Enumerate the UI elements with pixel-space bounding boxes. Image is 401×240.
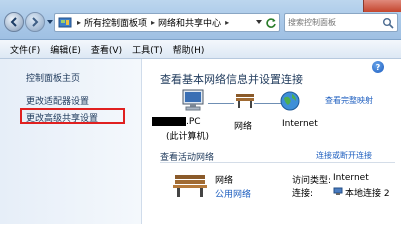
menu-file[interactable]: 文件(F) xyxy=(10,43,40,56)
connection-line xyxy=(208,103,234,104)
local-connection-link[interactable]: 本地连接 2 xyxy=(345,186,390,199)
history-dropdown-icon[interactable] xyxy=(46,18,54,26)
page-title: 查看基本网络信息并设置连接 xyxy=(160,73,303,86)
close-button[interactable] xyxy=(363,0,401,12)
breadcrumb-all-items[interactable]: 所有控制面板项 xyxy=(84,16,147,29)
view-full-map-link[interactable]: 查看完整映射 xyxy=(325,95,373,106)
menu-tools[interactable]: 工具(T) xyxy=(132,43,163,56)
search-input[interactable] xyxy=(285,14,380,31)
active-network-name: 网络 xyxy=(215,176,234,186)
breadcrumb-separator: ▸ xyxy=(225,18,230,27)
refresh-icon[interactable] xyxy=(265,17,277,29)
computer-icon xyxy=(182,89,204,111)
control-panel-icon xyxy=(58,17,72,27)
adapter-icon xyxy=(333,187,343,195)
connection-line xyxy=(254,103,282,104)
search-box[interactable] xyxy=(284,13,398,32)
menu-help[interactable]: 帮助(H) xyxy=(173,43,205,56)
network-label: 网络 xyxy=(234,122,253,132)
access-type-value: Internet xyxy=(333,173,369,183)
connection-label: 连接: xyxy=(292,189,314,199)
redacted-computer-name xyxy=(152,117,186,126)
forward-button[interactable] xyxy=(25,12,45,32)
sidebar-item-adapter-settings[interactable]: 更改适配器设置 xyxy=(26,94,89,107)
title-bar: ▸ 所有控制面板项 ▸ 网络和共享中心 ▸ xyxy=(0,0,401,40)
breadcrumb-separator: ▸ xyxy=(77,18,82,27)
access-type-label: 访问类型: xyxy=(292,176,332,186)
help-icon[interactable]: ? xyxy=(372,61,384,73)
menu-bar: 文件(F) 编辑(E) 查看(V) 工具(T) 帮助(H) xyxy=(0,40,401,59)
search-icon[interactable] xyxy=(382,17,394,29)
pc-subtitle: (此计算机) xyxy=(166,132,210,142)
menu-view[interactable]: 查看(V) xyxy=(91,43,122,56)
sidebar: 控制面板主页 更改适配器设置 更改高级共享设置 xyxy=(0,59,142,224)
internet-label: Internet xyxy=(282,119,318,129)
address-dropdown-icon[interactable] xyxy=(255,18,263,26)
connect-disconnect-link[interactable]: 连接或断开连接 xyxy=(316,150,372,161)
section-divider xyxy=(160,162,395,163)
breadcrumb-network-center[interactable]: 网络和共享中心 xyxy=(158,16,221,29)
arrow-left-icon xyxy=(10,17,17,27)
address-bar[interactable]: ▸ 所有控制面板项 ▸ 网络和共享中心 ▸ xyxy=(54,13,280,32)
arrow-right-icon xyxy=(32,17,39,27)
minimize-button[interactable] xyxy=(340,0,362,12)
menu-edit[interactable]: 编辑(E) xyxy=(50,43,81,56)
main-panel: ? 查看基本网络信息并设置连接 查看完整映射 .PC (此计算机) 网络 Int… xyxy=(142,59,401,224)
public-network-bench-icon xyxy=(173,175,207,197)
highlight-box xyxy=(20,108,125,124)
pc-name: .PC xyxy=(186,117,201,127)
back-button[interactable] xyxy=(4,12,24,32)
breadcrumb-separator: ▸ xyxy=(151,18,156,27)
sidebar-item-control-panel-home[interactable]: 控制面板主页 xyxy=(26,71,80,84)
globe-icon xyxy=(280,91,300,111)
bench-icon xyxy=(236,94,254,108)
network-type-link[interactable]: 公用网络 xyxy=(215,187,251,200)
